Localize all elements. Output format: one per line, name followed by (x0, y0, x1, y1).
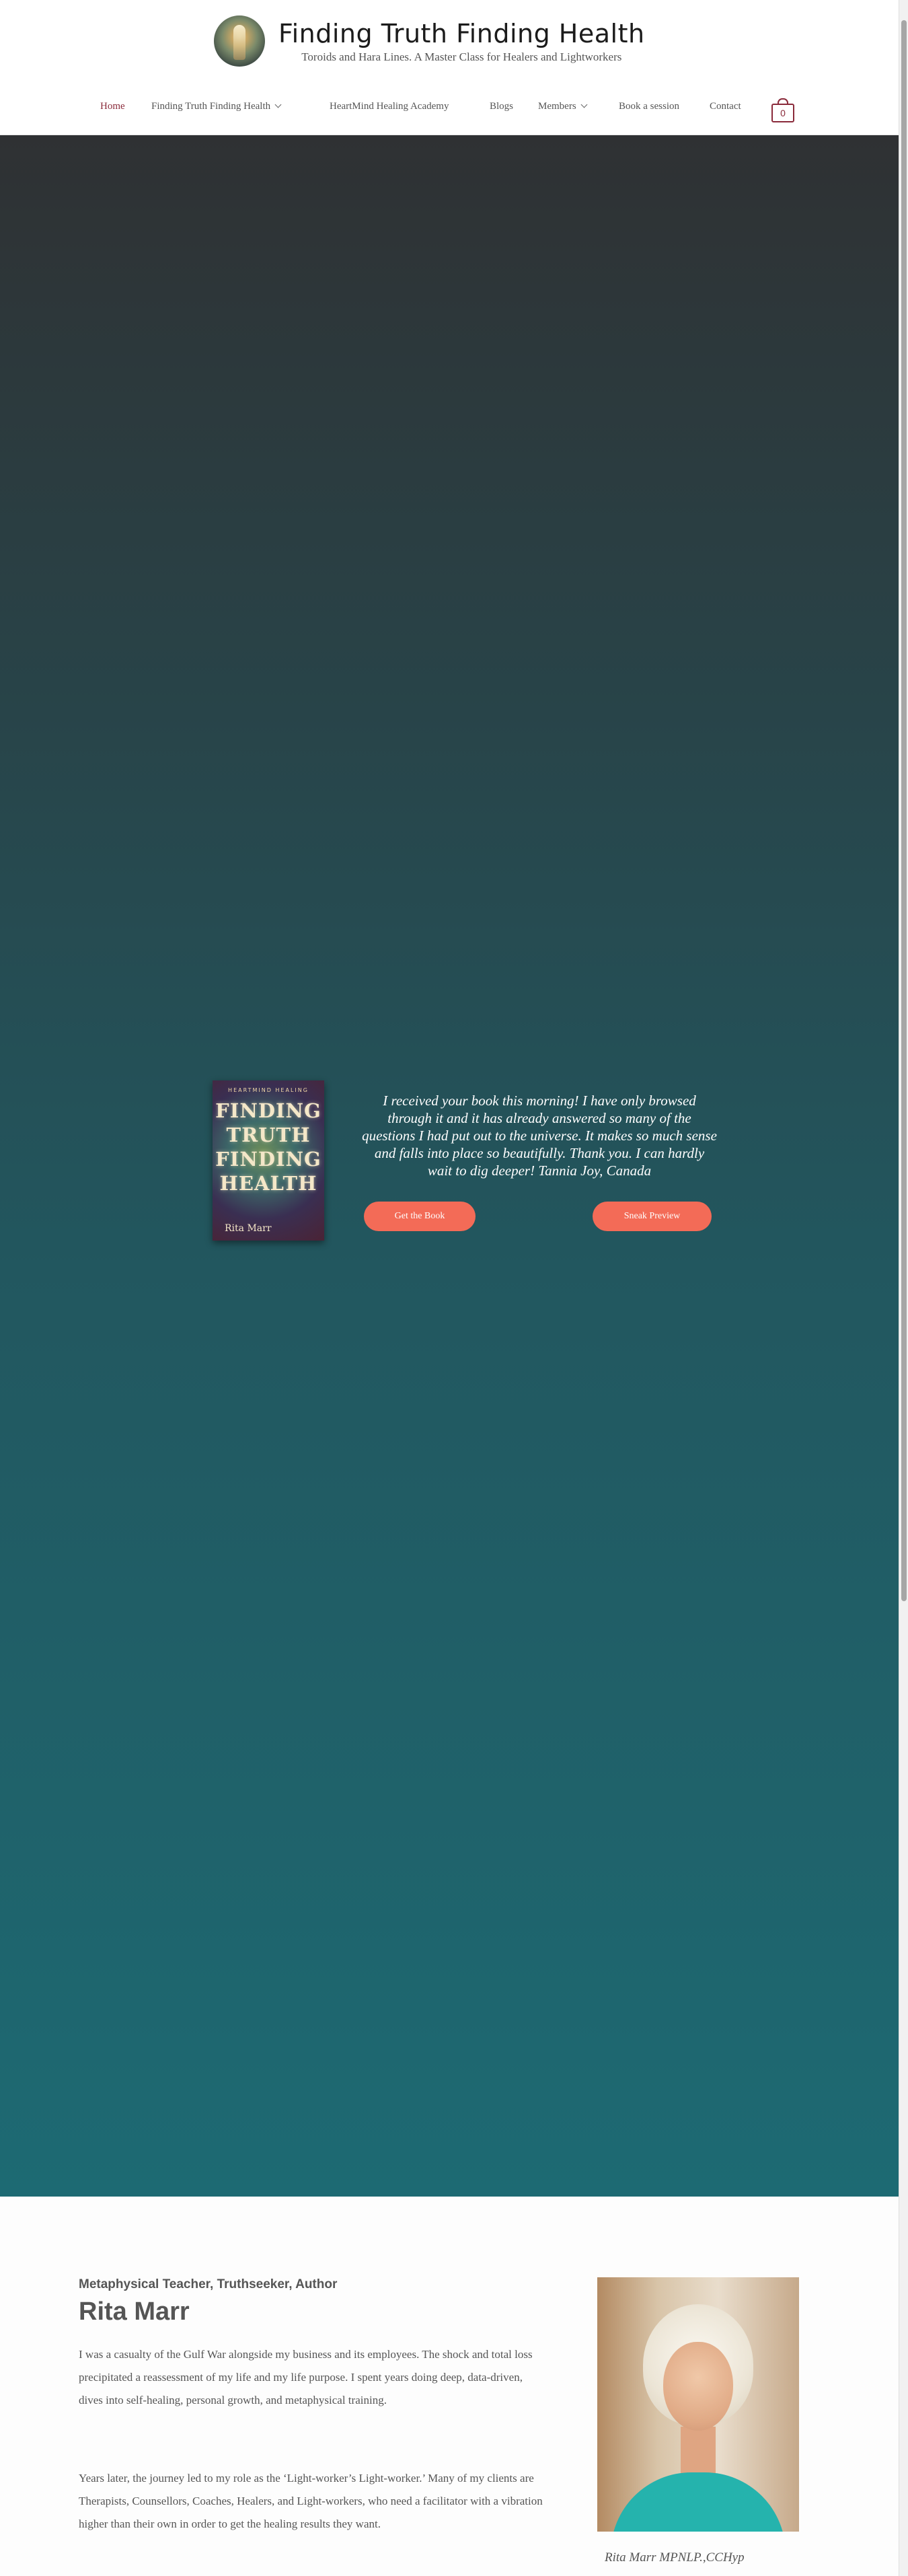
nav-label: Book a session (619, 101, 679, 112)
book-title-line: FINDING (215, 1148, 321, 1171)
portrait-image (597, 2277, 799, 2532)
nav-label: HeartMind Healing Academy (330, 101, 449, 112)
cart-count: 0 (771, 104, 794, 122)
nav-label: Home (100, 101, 125, 112)
sneak-preview-button[interactable]: Sneak Preview (593, 1202, 712, 1231)
site-header: Finding Truth Finding Health Toroids and… (0, 0, 899, 135)
site-branding[interactable]: Finding Truth Finding Health Toroids and… (214, 12, 645, 70)
nav-label: Contact (710, 101, 741, 112)
portrait-shirt (611, 2472, 786, 2532)
about-kicker: Metaphysical Teacher, Truthseeker, Autho… (79, 2277, 338, 2291)
hero-section: HEARTMIND HEALING FINDING TRUTH FINDING … (0, 135, 899, 2197)
logo-orb-icon[interactable] (214, 15, 265, 67)
nav-item-heartmind-academy[interactable]: HeartMind Healing Academy (330, 101, 449, 112)
site-title[interactable]: Finding Truth Finding Health (278, 18, 645, 49)
scrollbar-thumb[interactable] (901, 20, 907, 1601)
nav-item-book-session[interactable]: Book a session (619, 101, 679, 112)
book-title-line: FINDING (215, 1099, 321, 1122)
nav-item-home[interactable]: Home (100, 101, 125, 112)
logo-figure (233, 25, 245, 60)
book-author: Rita Marr (225, 1223, 272, 1234)
nav-item-contact[interactable]: Contact (710, 101, 741, 112)
book-cover-image[interactable]: HEARTMIND HEALING FINDING TRUTH FINDING … (213, 1080, 324, 1241)
site-tagline: Toroids and Hara Lines. A Master Class f… (301, 50, 622, 63)
brand-text: Finding Truth Finding Health Toroids and… (278, 18, 645, 64)
book-title-line: HEALTH (219, 1172, 317, 1195)
nav-label: Finding Truth Finding Health (151, 101, 271, 112)
book-title: FINDING TRUTH FINDING HEALTH (213, 1099, 324, 1195)
nav-label: Members (538, 101, 576, 112)
nav-item-members[interactable]: Members (538, 101, 588, 112)
about-name: Rita Marr (79, 2297, 190, 2326)
portrait-face (663, 2342, 733, 2431)
testimonial-quote: I received your book this morning! I hav… (362, 1093, 717, 1179)
book-series: HEARTMIND HEALING (228, 1087, 309, 1093)
about-section: Metaphysical Teacher, Truthseeker, Autho… (0, 2197, 899, 2576)
get-the-book-button[interactable]: Get the Book (364, 1202, 476, 1231)
main-navigation: Home Finding Truth Finding Health HeartM… (0, 96, 899, 122)
about-paragraph: Years later, the journey led to my role … (79, 2472, 543, 2530)
chevron-down-icon[interactable] (580, 101, 588, 108)
cart-icon[interactable]: 0 (771, 98, 794, 122)
book-title-line: TRUTH (226, 1124, 311, 1146)
nav-item-blogs[interactable]: Blogs (490, 101, 513, 112)
portrait-caption: Rita Marr MPNLP.,CCHyp (605, 2550, 745, 2565)
nav-label: Blogs (490, 101, 514, 112)
nav-item-finding-truth[interactable]: Finding Truth Finding Health (151, 101, 282, 112)
about-paragraph: I was a casualty of the Gulf War alongsi… (79, 2348, 533, 2406)
page-scrollbar[interactable] (899, 0, 908, 2576)
chevron-down-icon[interactable] (274, 101, 282, 108)
